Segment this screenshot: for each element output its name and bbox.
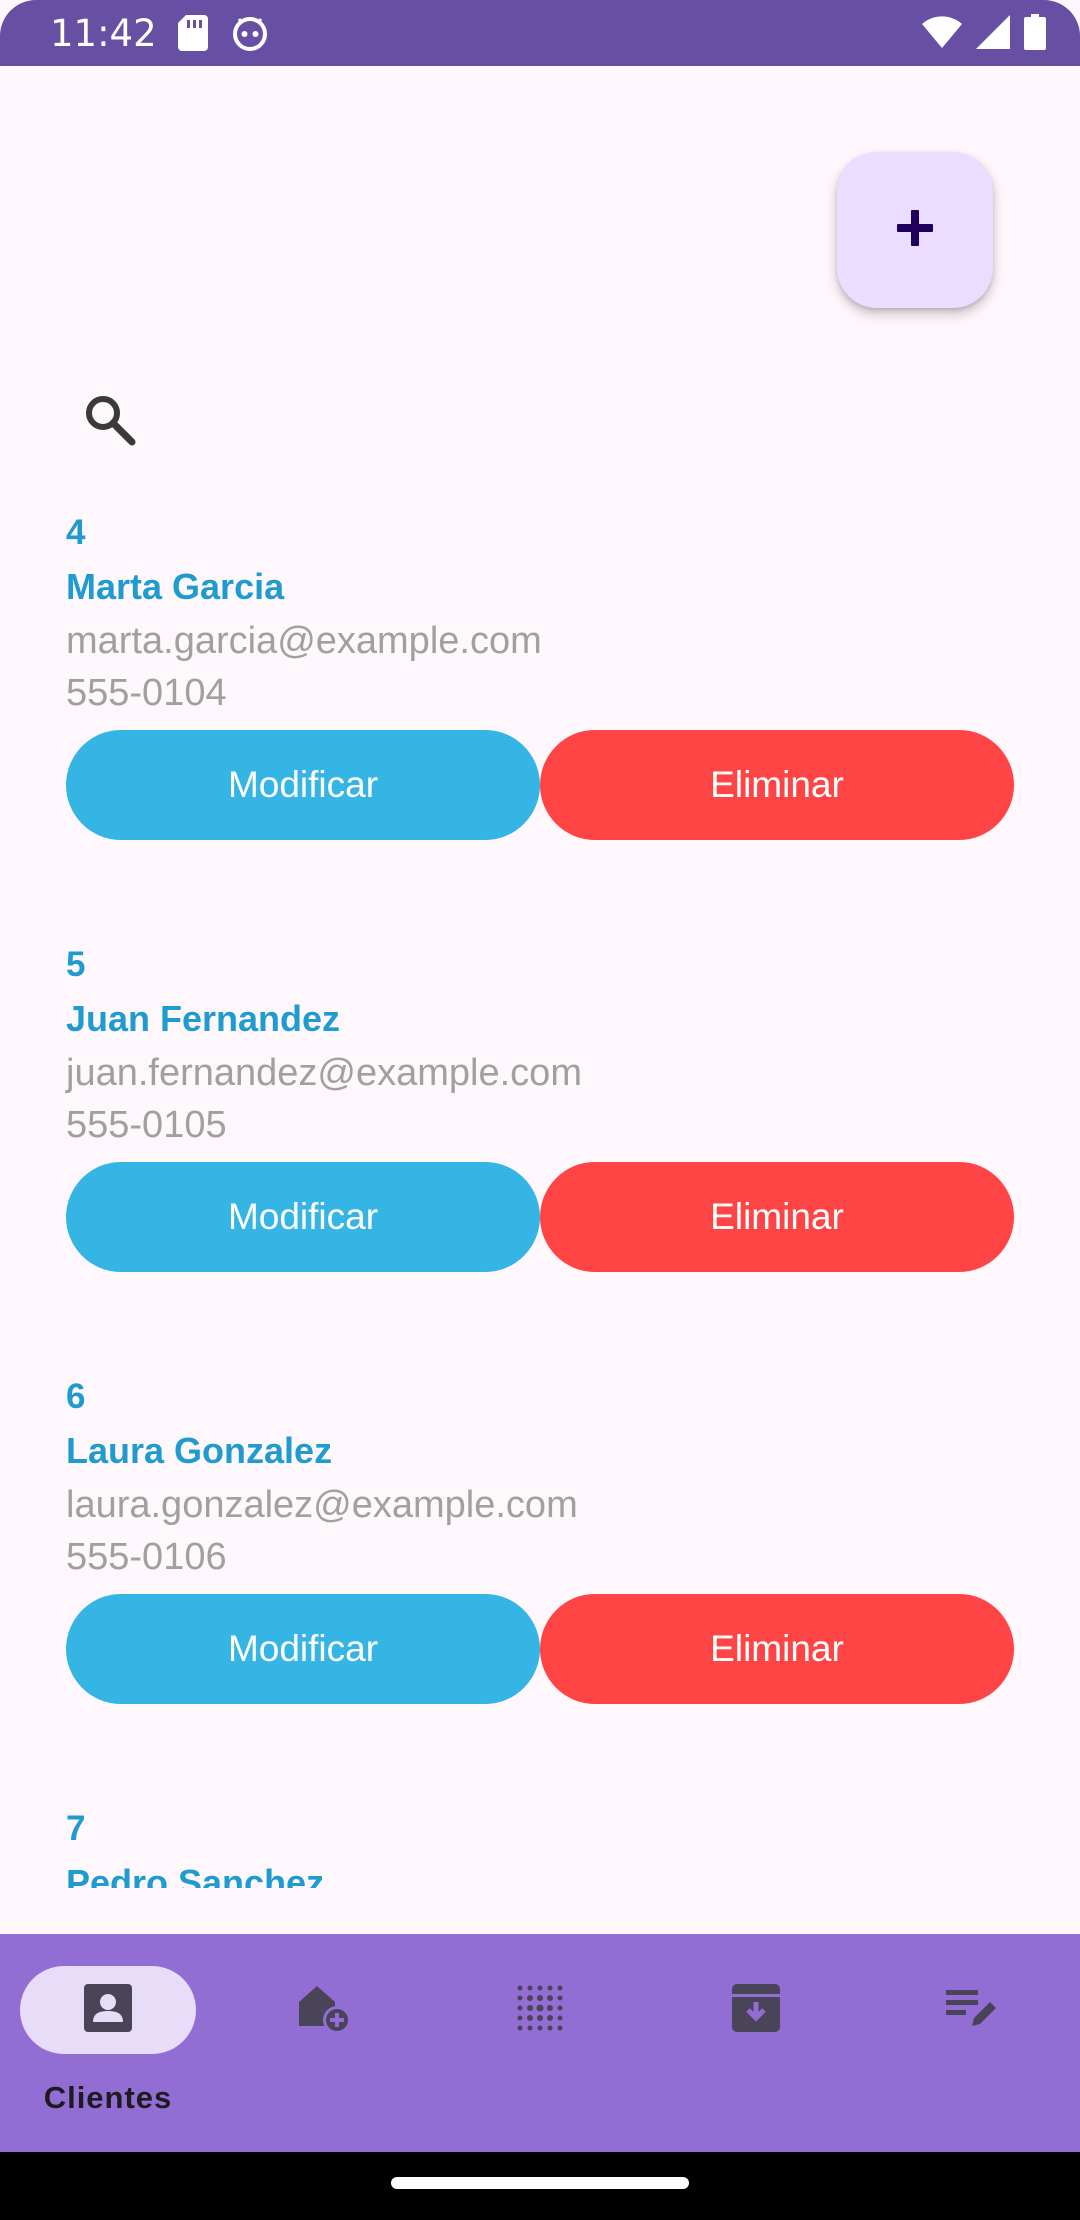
add-client-button[interactable] bbox=[837, 152, 993, 308]
delete-button[interactable]: Eliminar bbox=[540, 730, 1014, 840]
client-name: Juan Fernandez bbox=[66, 998, 341, 1039]
delete-button[interactable]: Eliminar bbox=[540, 1594, 1014, 1704]
client-email: laura.gonzalez@example.com bbox=[66, 1484, 578, 1526]
client-id: 5 bbox=[66, 945, 86, 984]
nav-item-archive[interactable] bbox=[648, 1934, 864, 2152]
modify-button[interactable]: Modificar bbox=[66, 1162, 540, 1272]
modify-button[interactable]: Modificar bbox=[66, 730, 540, 840]
nav-label-clientes: Clientes bbox=[43, 2080, 173, 2115]
client-email: juan.fernandez@example.com bbox=[66, 1052, 582, 1094]
edit-list-icon bbox=[944, 1986, 1000, 2035]
client-name: Laura Gonzalez bbox=[66, 1430, 333, 1471]
search-icon bbox=[80, 396, 140, 454]
nav-item-grid[interactable] bbox=[432, 1934, 648, 2152]
nav-item-clientes[interactable]: Clientes bbox=[0, 1934, 216, 2152]
client-id: 6 bbox=[66, 1377, 86, 1416]
client-id: 4 bbox=[66, 513, 86, 552]
client-email: marta.garcia@example.com bbox=[66, 620, 542, 662]
client-phone: 555-0106 bbox=[66, 1536, 227, 1578]
gesture-navigation-bar bbox=[0, 2152, 1080, 2220]
contact-card-icon bbox=[82, 1982, 134, 2039]
nav-item-add-home[interactable] bbox=[216, 1934, 432, 2152]
client-phone: 555-0104 bbox=[66, 672, 227, 714]
delete-button[interactable]: Eliminar bbox=[540, 1162, 1014, 1272]
home-handle[interactable] bbox=[391, 2177, 689, 2189]
client-phone: 555-0105 bbox=[66, 1104, 227, 1146]
nav-item-edit-list[interactable] bbox=[864, 1934, 1080, 2152]
modify-button[interactable]: Modificar bbox=[66, 1594, 540, 1704]
client-id: 7 bbox=[66, 1809, 86, 1848]
dot-grid-icon bbox=[513, 1981, 567, 2040]
bottom-navigation: Clientes bbox=[0, 1934, 1080, 2152]
client-name: Pedro Sanchez bbox=[66, 1862, 325, 1888]
archive-download-icon bbox=[730, 1982, 782, 2039]
add-home-icon bbox=[295, 1980, 353, 2041]
client-name: Marta Garcia bbox=[66, 566, 285, 607]
search-button[interactable] bbox=[80, 390, 140, 450]
plus-icon bbox=[895, 208, 935, 253]
nav-selected-indicator bbox=[20, 1966, 196, 2054]
